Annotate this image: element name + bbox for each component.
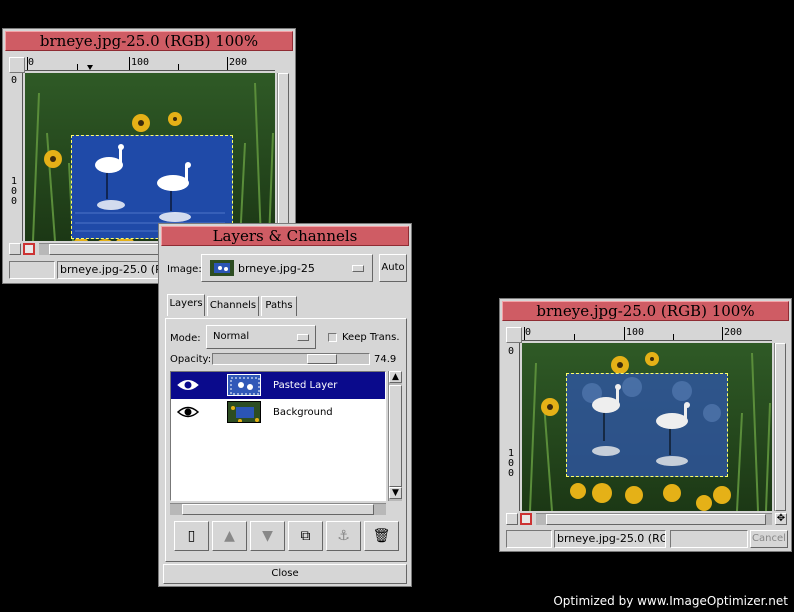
- horizontal-ruler: 0 100 200: [522, 327, 772, 341]
- ruler-tick-label: 0: [11, 196, 18, 207]
- vertical-ruler: 0 1 0 0: [9, 73, 23, 241]
- auto-label: Auto: [381, 262, 405, 273]
- progress-area: [670, 530, 748, 548]
- ruler-tick-label: 200: [229, 57, 248, 68]
- layer-name: Pasted Layer: [273, 380, 338, 391]
- status-text: brneye.jpg-25.0 (RGB): [554, 530, 666, 548]
- ruler-tick-label: 200: [724, 327, 743, 338]
- ruler-tick-label: 100: [626, 327, 645, 338]
- eye-visibility-icon[interactable]: [177, 405, 199, 419]
- layer-thumbnail: [227, 374, 261, 396]
- opacity-slider-thumb[interactable]: [307, 354, 337, 364]
- delete-layer-icon[interactable]: 🗑: [364, 521, 399, 551]
- layers-toolbar: ▯ ▲ ▼ ⧉ ⚓ 🗑: [174, 521, 404, 551]
- scrollbar-thumb[interactable]: [546, 514, 766, 525]
- tab-layers[interactable]: Layers: [167, 294, 205, 316]
- cancel-button[interactable]: Cancel: [750, 530, 788, 548]
- layers-page: Mode: Normal Keep Trans. Opacity: 74.9 P…: [165, 318, 407, 562]
- close-label: Close: [271, 568, 299, 579]
- keep-trans-checkbox[interactable]: [328, 333, 337, 342]
- ruler-tick-label: 0: [11, 75, 18, 86]
- image-menu[interactable]: brneye.jpg-25: [201, 254, 373, 282]
- scrollbar-thumb[interactable]: [775, 343, 786, 511]
- layers-vertical-scrollbar[interactable]: ▲ ▼: [388, 371, 402, 501]
- ruler-tick-label: 100: [131, 57, 150, 68]
- option-menu-indicator-icon: [352, 265, 364, 272]
- layers-list: Pasted Layer Background: [170, 371, 386, 501]
- window-title-bar[interactable]: brneye.jpg-25.0 (RGB) 100%: [5, 31, 293, 51]
- new-layer-icon[interactable]: ▯: [174, 521, 209, 551]
- ruler-tick-label: 0: [508, 468, 515, 479]
- layer-name: Background: [273, 407, 333, 418]
- selection-marquee: [566, 373, 728, 477]
- image-window-2: brneye.jpg-25.0 (RGB) 100% 0 100 200 0 1…: [499, 298, 792, 552]
- mode-value: Normal: [213, 331, 250, 342]
- horizontal-scrollbar[interactable]: [536, 513, 772, 525]
- vertical-scrollbar[interactable]: [774, 343, 786, 511]
- image-thumbnail-icon: [210, 260, 234, 276]
- quickmask-off-button[interactable]: [506, 513, 518, 525]
- tab-bar: Layers Channels Paths: [167, 294, 403, 318]
- image-canvas[interactable]: [522, 343, 772, 511]
- horizontal-ruler: 0 100 200: [25, 57, 275, 71]
- anchor-layer-icon[interactable]: ⚓: [326, 521, 361, 551]
- lower-layer-icon[interactable]: ▼: [250, 521, 285, 551]
- scrollbar-thumb[interactable]: [278, 73, 289, 241]
- status-area-blank: [9, 261, 55, 279]
- vertical-scrollbar[interactable]: [277, 73, 289, 241]
- opacity-value: 74.9: [374, 354, 397, 365]
- ruler-tick-label: 0: [508, 346, 515, 357]
- opacity-label: Opacity:: [170, 354, 212, 365]
- layer-row-background[interactable]: Background: [171, 399, 385, 426]
- ruler-corner-button[interactable]: [506, 327, 522, 343]
- mode-label: Mode:: [170, 333, 201, 344]
- scrollbar-thumb[interactable]: [182, 504, 374, 515]
- keep-trans-label: Keep Trans.: [342, 332, 400, 343]
- mode-menu[interactable]: Normal: [206, 325, 316, 349]
- footer-watermark: Optimized by www.ImageOptimizer.net: [553, 594, 788, 608]
- ruler-corner-button[interactable]: [9, 57, 25, 73]
- quickmask-on-button[interactable]: [520, 513, 532, 525]
- eye-visibility-icon[interactable]: [177, 378, 199, 392]
- scroll-down-arrow-icon[interactable]: ▼: [389, 487, 402, 499]
- opacity-slider[interactable]: [212, 353, 370, 365]
- auto-button[interactable]: Auto: [379, 254, 407, 282]
- ruler-tick-label: 0: [525, 327, 532, 338]
- ruler-tick-label: 0: [28, 57, 35, 68]
- quickmask-off-button[interactable]: [9, 243, 21, 255]
- raise-layer-icon[interactable]: ▲: [212, 521, 247, 551]
- quickmask-on-button[interactable]: [23, 243, 35, 255]
- image-menu-value: brneye.jpg-25: [238, 262, 315, 275]
- layers-horizontal-scrollbar[interactable]: [170, 503, 386, 515]
- layer-thumbnail: [227, 401, 261, 423]
- tab-channels[interactable]: Channels: [207, 296, 259, 316]
- layers-channels-dialog: Layers & Channels Image: brneye.jpg-25 A…: [158, 223, 412, 587]
- layer-row-pasted[interactable]: Pasted Layer: [171, 372, 385, 399]
- dialog-title-bar[interactable]: Layers & Channels: [161, 226, 409, 246]
- tab-paths[interactable]: Paths: [261, 296, 297, 316]
- navigate-icon[interactable]: ✥: [775, 513, 787, 525]
- status-area-blank: [506, 530, 552, 548]
- image-label: Image:: [167, 264, 202, 275]
- vertical-ruler: 0 1 0 0: [506, 343, 520, 511]
- scrollbar-thumb[interactable]: [389, 385, 402, 487]
- duplicate-layer-icon[interactable]: ⧉: [288, 521, 323, 551]
- scroll-up-arrow-icon[interactable]: ▲: [389, 371, 402, 383]
- image-canvas[interactable]: [25, 73, 275, 241]
- option-menu-indicator-icon: [297, 334, 309, 341]
- close-button[interactable]: Close: [163, 564, 407, 584]
- window-title-bar[interactable]: brneye.jpg-25.0 (RGB) 100%: [502, 301, 789, 321]
